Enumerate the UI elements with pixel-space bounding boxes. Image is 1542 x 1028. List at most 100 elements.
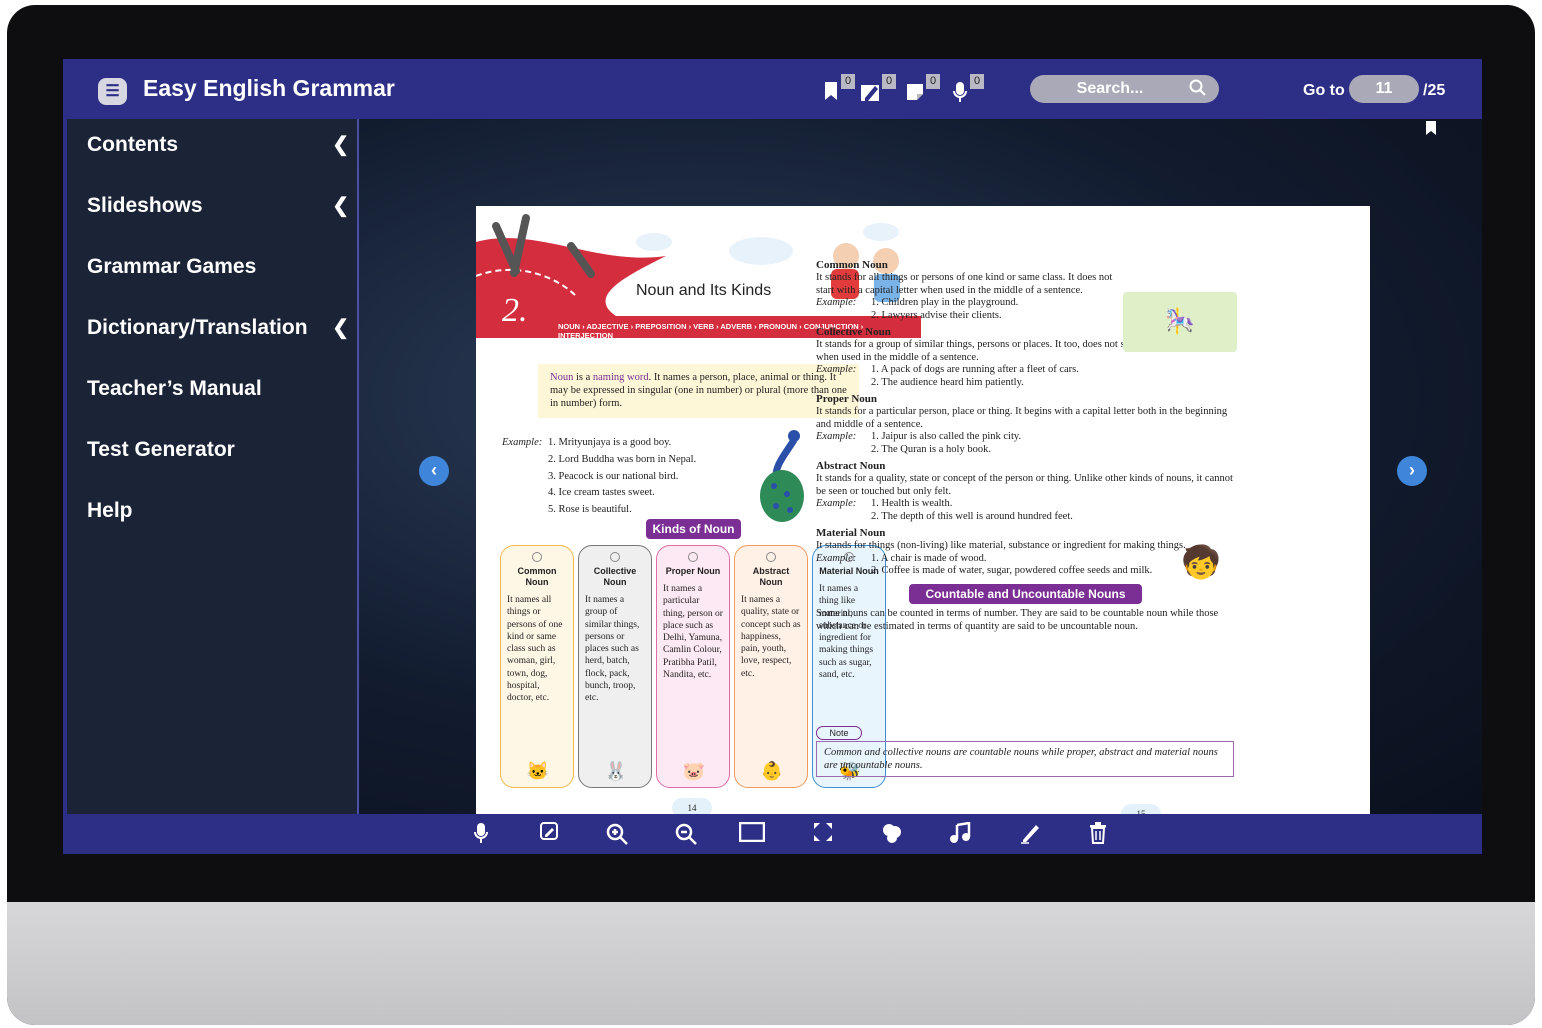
boy-illustration: 🧒	[1181, 544, 1221, 580]
fullscreen-icon[interactable]	[810, 822, 836, 846]
peacock-illustration	[760, 430, 804, 522]
example-row: Example: 1. A pack of dogs are running af…	[816, 364, 1236, 377]
card-body: It names a quality, state or concept suc…	[741, 595, 801, 679]
goto-page-input[interactable]	[1349, 75, 1419, 103]
example-text: 1. A chair is made of wood.	[871, 552, 987, 564]
card-dot	[766, 552, 776, 562]
example-text: 2. The depth of this well is around hund…	[871, 511, 1073, 523]
sidebar-item-test-generator[interactable]: Test Generator	[87, 430, 347, 470]
app-screen: ☰ Easy English Grammar 0 0 0 0 Search...…	[63, 59, 1482, 854]
single-page-icon[interactable]	[738, 821, 766, 846]
baby-icon: 👶	[760, 761, 784, 781]
example-text: 2. Lawyers advise their clients.	[871, 310, 1002, 322]
note-label: Note	[816, 726, 862, 740]
bottom-toolbar	[63, 814, 1482, 854]
chevron-right-icon: ›	[1409, 460, 1415, 480]
next-page-button[interactable]: ›	[1397, 456, 1427, 486]
example-row: 2. The audience heard him patiently.	[816, 377, 1236, 390]
section-text: It stands for a quality, state or concep…	[816, 472, 1233, 497]
sidebar-item-label: Test Generator	[87, 438, 235, 461]
pen-icon[interactable]: 0	[861, 74, 896, 105]
note-count-badge: 0	[926, 74, 940, 89]
bookmark-icon[interactable]	[1425, 121, 1437, 135]
goto-label: Go to	[1303, 82, 1345, 99]
microphone-icon[interactable]	[468, 822, 494, 846]
book-stage: ‹ › 2. Noun and Its Kinds NOUN › ADJECTI…	[359, 119, 1482, 848]
microphone-icon[interactable]: 0	[949, 74, 984, 105]
top-bar: ☰ Easy English Grammar 0 0 0 0 Search...…	[63, 59, 1482, 119]
example-text: 2. Coffee is made of water, sugar, powde…	[871, 565, 1153, 577]
search-icon[interactable]	[1189, 79, 1209, 99]
music-icon[interactable]	[947, 821, 973, 846]
card-body: It names all things or persons of one ki…	[507, 595, 563, 704]
sidebar-item-label: Help	[87, 499, 133, 522]
list-item: 2. Lord Buddha was born in Nepal.	[548, 453, 697, 465]
chevron-left-icon: ❮	[332, 195, 349, 217]
example-row: 2. The depth of this well is around hund…	[816, 511, 1236, 524]
noun-card-collective: Collective Noun It names a group of simi…	[578, 545, 652, 788]
example-text: 1. Health is wealth.	[871, 498, 953, 510]
sidebar-item-label: Slideshows	[87, 194, 203, 217]
example-text: 1. Jaipur is also called the pink city.	[871, 431, 1022, 443]
monitor-bezel: ☰ Easy English Grammar 0 0 0 0 Search...…	[7, 5, 1535, 1025]
right-page: Common Noun It stands for all things or …	[816, 206, 1370, 848]
sidebar-item-label: Grammar Games	[87, 255, 257, 278]
section-text: It stands for all things or persons of o…	[816, 271, 1113, 296]
noun-card-abstract: Abstract Noun It names a quality, state …	[734, 545, 808, 788]
sidebar-item-label: Dictionary/Translation	[87, 316, 308, 339]
sidebar-item-help[interactable]: Help	[87, 491, 347, 531]
example-row: Example: 1. Jaipur is also called the pin…	[816, 431, 1236, 444]
intro-box: Noun is a naming word. It names a person…	[538, 364, 859, 418]
chapter-number: 2.	[502, 292, 528, 329]
sidebar-item-teachers-manual[interactable]: Teacher’s Manual	[87, 369, 347, 409]
zoom-out-icon[interactable]	[673, 822, 699, 846]
list-item: 1. Mrityunjaya is a good boy.	[548, 437, 672, 448]
goto-total-pages: /25	[1423, 82, 1446, 99]
card-title: Abstract Noun	[752, 566, 790, 587]
note-icon[interactable]: 0	[905, 74, 940, 105]
chevron-left-icon: ❮	[332, 317, 349, 339]
example-label: Example:	[502, 437, 543, 448]
example-row: Example: 1. Health is wealth.	[816, 498, 1236, 511]
chevron-left-icon: ❮	[332, 134, 349, 156]
bookmark-icon[interactable]: 0	[820, 74, 855, 105]
pen-icon[interactable]	[1017, 822, 1043, 846]
example-text: 1. A pack of dogs are running after a fl…	[871, 364, 1079, 376]
zoom-in-icon[interactable]	[604, 822, 630, 846]
kinds-of-noun-heading: Kinds of Noun	[646, 519, 741, 539]
card-title: Common Noun	[517, 566, 557, 587]
example-text: 2. The audience heard him patiently.	[871, 377, 1024, 389]
section-heading: Common Noun	[816, 259, 888, 271]
sidebar-item-grammar-games[interactable]: Grammar Games	[87, 247, 347, 287]
prev-page-button[interactable]: ‹	[419, 456, 449, 486]
trash-icon[interactable]	[1085, 822, 1111, 846]
sidebar: Contents ❮ Slideshows ❮ Grammar Games Dict…	[63, 119, 359, 814]
list-item: 4. Ice cream tastes sweet.	[548, 487, 655, 499]
list-item: 3. Peacock is our national bird.	[548, 470, 679, 482]
edit-icon[interactable]	[536, 822, 562, 846]
noun-card-proper: Proper Noun It names a particular thing,…	[656, 545, 730, 788]
card-body: It names a group of similar things, pers…	[585, 595, 640, 704]
countable-heading: Countable and Uncountable Nouns	[909, 584, 1142, 605]
highlight-count-badge: 0	[882, 74, 896, 89]
sidebar-item-slideshows[interactable]: Slideshows ❮	[87, 186, 349, 226]
noun-card-common: Common Noun It names all things or perso…	[500, 545, 574, 788]
card-dot	[688, 552, 698, 562]
card-title: Collective Noun	[593, 566, 637, 587]
rabbit-icon: 🐰	[604, 761, 628, 781]
card-dot	[532, 552, 542, 562]
section-heading: Abstract Noun	[816, 459, 886, 472]
sidebar-item-dictionary[interactable]: Dictionary/Translation ❮	[87, 308, 349, 348]
intro-highlight: naming word	[592, 372, 649, 383]
menu-icon[interactable]: ☰	[98, 78, 127, 105]
card-body: It names a particular thing, person or p…	[663, 584, 723, 681]
shapes-icon[interactable]	[879, 822, 905, 846]
example-label: Example:	[816, 431, 857, 443]
card-dot	[610, 552, 620, 562]
sidebar-item-label: Teacher’s Manual	[87, 377, 262, 400]
sidebar-item-contents[interactable]: Contents ❮	[87, 125, 349, 165]
intro-text: is a	[573, 372, 593, 383]
playground-illustration: 🎠	[1123, 292, 1237, 352]
example-label: Example:	[816, 297, 857, 309]
search-input[interactable]	[1030, 75, 1190, 103]
